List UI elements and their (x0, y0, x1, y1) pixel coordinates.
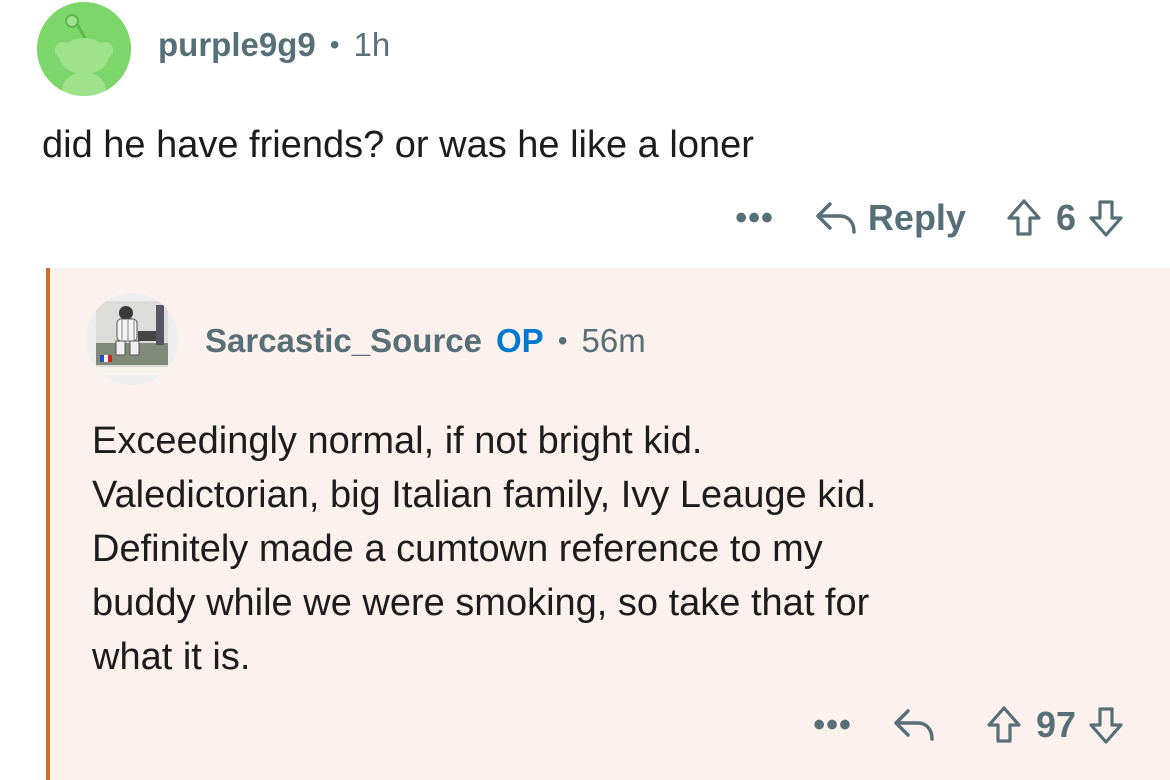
comment-actions: ••• Reply 6 (735, 193, 1124, 243)
username[interactable]: Sarcastic_Source (205, 322, 482, 360)
reply-body-line: Valedictorian, big Italian family, Ivy L… (92, 474, 877, 516)
avatar[interactable] (86, 293, 178, 385)
vote-controls: 97 (986, 704, 1124, 746)
reply-actions: ••• 97 (813, 700, 1124, 750)
avatar[interactable] (37, 2, 131, 96)
downvote-icon[interactable] (1088, 198, 1124, 238)
vote-count: 97 (1035, 704, 1076, 745)
reply-label: Reply (867, 197, 966, 238)
upvote-icon[interactable] (1006, 198, 1042, 238)
reply-meta: Sarcastic_Source OP • 56m (205, 322, 646, 360)
separator-dot: • (557, 325, 568, 356)
username[interactable]: purple9g9 (158, 26, 316, 64)
thread-line[interactable] (46, 268, 50, 780)
timestamp: 1h (353, 26, 391, 63)
comment-body: did he have friends? or was he like a lo… (42, 124, 754, 166)
reply-button[interactable]: Reply (814, 197, 966, 239)
reply-button[interactable] (892, 705, 946, 745)
vote-count: 6 (1055, 197, 1076, 238)
more-options-button[interactable]: ••• (735, 201, 774, 235)
comment-meta: purple9g9 • 1h (158, 26, 390, 64)
separator-dot: • (329, 29, 340, 60)
upvote-icon[interactable] (986, 705, 1022, 745)
downvote-icon[interactable] (1088, 705, 1124, 745)
op-badge: OP (496, 322, 544, 359)
vote-controls: 6 (1006, 197, 1124, 239)
timestamp: 56m (581, 322, 646, 359)
reply-body-line: what it is. (92, 636, 251, 678)
reply-body: Exceedingly normal, if not bright kid. V… (92, 414, 1092, 684)
reply-body-line: Exceedingly normal, if not bright kid. (92, 420, 703, 462)
baseball-card-avatar-icon (86, 293, 178, 385)
reply-body-line: buddy while we were smoking, so take tha… (92, 582, 870, 624)
reply-body-line: Definitely made a cumtown reference to m… (92, 528, 823, 570)
reply-arrow-icon (816, 202, 856, 234)
snoo-avatar-icon (37, 2, 131, 96)
reply-arrow-icon (894, 709, 934, 741)
more-options-button[interactable]: ••• (813, 708, 852, 742)
comment-parent: purple9g9 • 1h did he have friends? or w… (0, 0, 1170, 268)
